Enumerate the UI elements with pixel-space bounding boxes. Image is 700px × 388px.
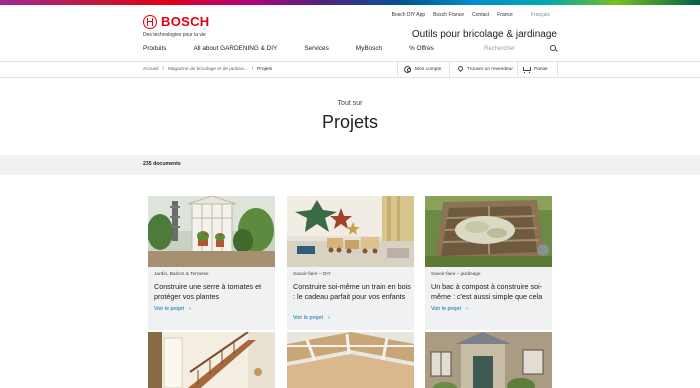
cart-icon xyxy=(523,66,531,73)
card-category: Savoir-faire – DIY xyxy=(293,272,331,277)
project-image-compost-bin[interactable] xyxy=(425,196,552,267)
utility-bar: Accueil / Magazine de bricolage et de ja… xyxy=(0,61,700,78)
location-pin-icon xyxy=(456,66,463,73)
cart-label: Panier xyxy=(534,67,548,72)
nav-gardening-diy[interactable]: All about GARDENING & DIY xyxy=(193,45,277,52)
project-image-greenhouse[interactable] xyxy=(148,196,275,267)
user-icon xyxy=(404,66,411,73)
logo-text: BOSCH xyxy=(161,14,210,29)
card-link-label: Voir le projet xyxy=(293,315,323,321)
topnav-diy-app[interactable]: Bosch DIY App xyxy=(392,12,426,18)
divider xyxy=(557,62,558,77)
card-link-label: Voir le projet xyxy=(154,306,184,312)
chevron-right-icon: › xyxy=(327,315,330,321)
brand-supergraphic-bar xyxy=(0,0,700,5)
nav-mybosch[interactable]: MyBosch xyxy=(356,45,382,52)
breadcrumb-separator: / xyxy=(162,67,164,72)
card-link[interactable]: Voir le projet › xyxy=(154,306,191,312)
topnav-bosch-france[interactable]: Bosch France xyxy=(433,12,464,18)
divider xyxy=(397,62,398,77)
project-image-ceiling[interactable] xyxy=(287,332,414,388)
chevron-right-icon: › xyxy=(188,306,191,312)
breadcrumb-current: Projets xyxy=(257,67,273,72)
chevron-right-icon: › xyxy=(465,306,468,312)
cart-link[interactable]: Panier xyxy=(523,66,548,73)
account-link[interactable]: Mon compte xyxy=(404,66,441,73)
nav-services[interactable]: Services xyxy=(304,45,329,52)
project-image-staircase[interactable] xyxy=(148,332,275,388)
project-image-stone-house[interactable] xyxy=(425,332,552,388)
dealer-locator-link[interactable]: Trouver un revendeur xyxy=(456,66,513,73)
bosch-armature-icon xyxy=(143,14,157,29)
divider xyxy=(449,62,450,77)
card-category: Savoir-faire – jardinage xyxy=(431,272,481,277)
results-count: 235 documents xyxy=(143,161,181,167)
nav-offres[interactable]: % Offres xyxy=(409,45,434,52)
card-title[interactable]: Construire une serre à tomates et protég… xyxy=(154,282,272,301)
results-band: 235 documents xyxy=(0,155,700,175)
nav-produits[interactable]: Produits xyxy=(143,45,166,52)
hero-subtitle: Tout sur xyxy=(337,100,363,107)
search-input[interactable]: Rechercher xyxy=(484,43,557,54)
bosch-logo[interactable]: BOSCH Des technologies pour la vie xyxy=(143,14,209,38)
breadcrumb: Accueil / Magazine de bricolage et de ja… xyxy=(143,67,272,72)
dealer-label: Trouver un revendeur xyxy=(467,67,513,72)
divider xyxy=(517,62,518,77)
project-card[interactable]: Savoir-faire – DIY Construire soi-même u… xyxy=(287,196,414,330)
account-label: Mon compte xyxy=(415,67,442,72)
card-link-label: Voir le projet xyxy=(431,306,461,312)
site-title: Outils pour bricolage & jardinage xyxy=(411,29,557,40)
language-switch[interactable]: Français xyxy=(531,12,550,18)
logo-tagline: Des technologies pour la vie xyxy=(143,32,206,38)
main-navigation: Produits All about GARDENING & DIY Servi… xyxy=(143,45,461,52)
project-card[interactable]: Savoir-faire – jardinage Un bac à compos… xyxy=(425,196,552,330)
card-title[interactable]: Construire soi-même un train en bois : l… xyxy=(293,282,411,301)
topnav-country[interactable]: France xyxy=(497,12,513,18)
breadcrumb-home[interactable]: Accueil xyxy=(143,67,158,72)
top-meta-nav: Bosch DIY App Bosch France Contact Franc… xyxy=(392,12,550,18)
card-category: Jardin, Balcon & Terrasse xyxy=(154,272,209,277)
topnav-contact[interactable]: Contact xyxy=(472,12,489,18)
card-link[interactable]: Voir le projet › xyxy=(293,315,330,321)
breadcrumb-separator: / xyxy=(251,67,254,72)
search-icon[interactable] xyxy=(550,45,557,52)
search-placeholder: Rechercher xyxy=(484,45,516,52)
card-title[interactable]: Un bac à compost à construire soi-même :… xyxy=(431,282,549,301)
card-link[interactable]: Voir le projet › xyxy=(431,306,468,312)
page-title: Projets xyxy=(321,112,379,132)
project-card[interactable]: Jardin, Balcon & Terrasse Construire une… xyxy=(148,196,275,330)
breadcrumb-magazine[interactable]: Magazine de bricolage et de jardina... xyxy=(168,67,248,72)
project-image-wooden-train[interactable] xyxy=(287,196,414,267)
